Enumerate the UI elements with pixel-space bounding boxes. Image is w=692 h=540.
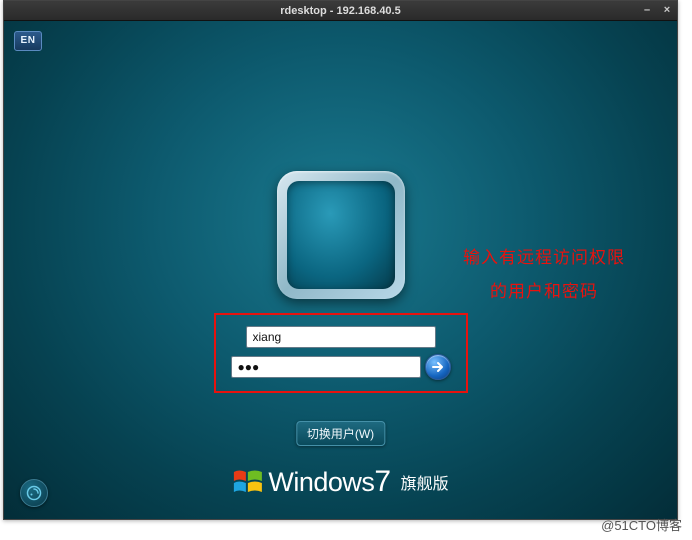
submit-login-button[interactable] (425, 354, 451, 380)
ease-of-access-icon (26, 485, 42, 501)
brand-product: Windows7 (268, 465, 390, 499)
password-input[interactable] (231, 356, 421, 378)
minimize-button[interactable]: – (639, 2, 655, 18)
ime-language-badge[interactable]: EN (14, 31, 42, 51)
password-row (231, 354, 451, 380)
username-input[interactable] (246, 326, 436, 348)
close-button[interactable]: × (659, 2, 675, 18)
watermark: @51CTO博客 (601, 515, 682, 534)
rdesktop-window: rdesktop - 192.168.40.5 – × EN 输入 (3, 0, 678, 520)
windows-logo-icon (232, 468, 262, 496)
arrow-right-icon (431, 360, 445, 374)
brand-version: 7 (374, 465, 390, 498)
user-avatar (287, 181, 395, 289)
switch-user-button[interactable]: 切换用户(W) (296, 421, 385, 446)
os-branding: Windows7 旗舰版 (232, 465, 448, 499)
window-controls: – × (639, 2, 675, 18)
user-avatar-frame (277, 171, 405, 299)
window-titlebar: rdesktop - 192.168.40.5 – × (4, 1, 677, 21)
remote-desktop-area: EN 输入有远程访问权限的用户和密码 切换用户(W) (4, 21, 677, 519)
window-title: rdesktop - 192.168.40.5 (4, 5, 677, 17)
annotation-label: 输入有远程访问权限的用户和密码 (463, 241, 625, 309)
brand-product-name: Windows (268, 467, 374, 497)
username-row (246, 326, 436, 348)
login-form-highlight (214, 313, 468, 393)
brand-edition: 旗舰版 (401, 470, 449, 494)
ease-of-access-button[interactable] (20, 479, 48, 507)
